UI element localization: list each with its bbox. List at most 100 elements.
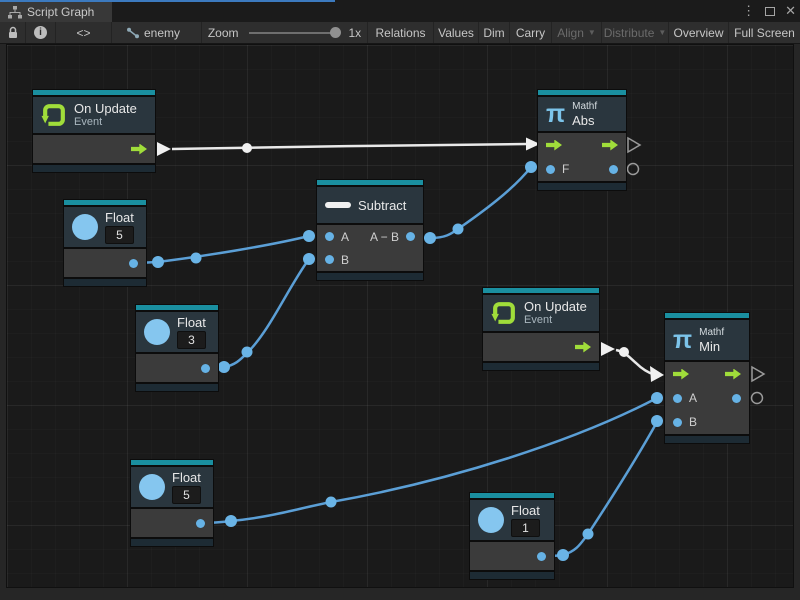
node-title: Float — [511, 503, 540, 518]
relations-label: Relations — [375, 26, 425, 40]
exec-output-port[interactable] — [131, 144, 147, 155]
input-port-a[interactable] — [673, 394, 682, 403]
overview-button[interactable]: Overview — [669, 22, 729, 43]
node-title: Abs — [572, 113, 597, 128]
value-output-port[interactable] — [537, 552, 546, 561]
graph-icon — [8, 6, 22, 19]
node-title: On Update — [524, 299, 587, 314]
subtract-icon — [325, 202, 351, 208]
port-label-a: A — [341, 230, 349, 244]
chevron-down-icon: ▼ — [658, 29, 666, 37]
zoom-label: Zoom — [208, 26, 239, 40]
node-footer — [483, 363, 599, 370]
zoom-slider[interactable] — [249, 32, 339, 34]
graph-name-label: enemy — [144, 26, 180, 40]
float-value-field[interactable]: 5 — [105, 226, 134, 244]
input-port-f[interactable] — [546, 165, 555, 174]
node-mathf-abs[interactable]: π Mathf Abs F — [538, 90, 626, 190]
exec-output-port[interactable] — [725, 369, 741, 380]
float-icon — [144, 319, 170, 345]
dim-label: Dim — [483, 26, 504, 40]
overview-label: Overview — [673, 26, 723, 40]
node-footer — [665, 436, 749, 443]
zoom-control: Zoom 1x — [202, 22, 368, 43]
maximize-icon[interactable] — [765, 7, 775, 16]
align-label: Align — [557, 26, 584, 40]
value-output-port[interactable] — [201, 364, 210, 373]
zoom-slider-knob[interactable] — [330, 27, 341, 38]
node-header: Float 1 — [470, 500, 554, 540]
graph-breadcrumb[interactable]: enemy — [112, 22, 202, 43]
node-title: Float — [177, 315, 206, 330]
carry-label: Carry — [516, 26, 545, 40]
node-mathf-min[interactable]: π Mathf Min A B — [665, 313, 749, 443]
node-accent-bar — [470, 493, 554, 498]
node-accent-bar — [136, 305, 218, 310]
exec-input-port[interactable] — [546, 140, 562, 151]
code-icon: <> — [76, 26, 90, 40]
port-label-f: F — [562, 162, 569, 176]
float-icon — [139, 474, 165, 500]
dim-button[interactable]: Dim — [479, 22, 510, 43]
exec-output-port[interactable] — [575, 342, 591, 353]
input-port-a[interactable] — [325, 232, 334, 241]
output-port[interactable] — [609, 165, 618, 174]
node-accent-bar — [33, 90, 155, 95]
float-icon — [72, 214, 98, 240]
lock-icon — [7, 26, 19, 39]
zoom-value: 1x — [349, 26, 362, 40]
distribute-label: Distribute — [604, 26, 655, 40]
carry-button[interactable]: Carry — [510, 22, 552, 43]
node-category: Mathf — [572, 101, 597, 113]
float-value-field[interactable]: 3 — [177, 331, 206, 349]
node-accent-bar — [131, 460, 213, 465]
node-title: On Update — [74, 101, 137, 116]
distribute-dropdown[interactable]: Distribute ▼ — [602, 22, 669, 43]
edit-source-button[interactable]: <> — [56, 22, 112, 43]
node-title: Float — [172, 470, 201, 485]
loop-event-icon — [491, 300, 517, 326]
tab-script-graph[interactable]: Script Graph — [0, 2, 112, 22]
chevron-down-icon: ▼ — [588, 29, 596, 37]
node-float-1[interactable]: Float 1 — [470, 493, 554, 579]
tab-bar: Script Graph ⋮ ✕ — [0, 0, 800, 22]
node-title: Min — [699, 339, 724, 354]
output-port[interactable] — [732, 394, 741, 403]
node-header: Float 5 — [64, 207, 146, 247]
align-dropdown[interactable]: Align ▼ — [552, 22, 602, 43]
value-output-port[interactable] — [196, 519, 205, 528]
float-icon — [478, 507, 504, 533]
float-value-field[interactable]: 1 — [511, 519, 540, 537]
node-on-update-1[interactable]: On Update Event — [33, 90, 155, 172]
pi-icon: π — [673, 327, 692, 353]
close-icon[interactable]: ✕ — [785, 3, 796, 19]
node-float-3[interactable]: Float 3 — [136, 305, 218, 391]
input-port-b[interactable] — [673, 418, 682, 427]
node-footer — [131, 539, 213, 546]
port-label-b: B — [341, 253, 349, 267]
node-accent-bar — [317, 180, 423, 185]
node-float-5b[interactable]: Float 5 — [131, 460, 213, 546]
inspect-button[interactable]: i — [26, 22, 56, 43]
exec-input-port[interactable] — [673, 369, 689, 380]
graph-pointer-icon — [126, 27, 140, 39]
node-subtract[interactable]: Subtract A A − B B — [317, 180, 423, 280]
lock-button[interactable] — [0, 22, 26, 43]
output-port[interactable] — [406, 232, 415, 241]
pi-icon: π — [546, 101, 565, 127]
exec-output-port[interactable] — [602, 140, 618, 151]
node-on-update-2[interactable]: On Update Event — [483, 288, 599, 370]
values-label: Values — [438, 26, 474, 40]
float-value-field[interactable]: 5 — [172, 486, 201, 504]
node-footer — [317, 273, 423, 280]
node-category: Mathf — [699, 327, 724, 339]
node-float-5a[interactable]: Float 5 — [64, 200, 146, 286]
node-footer — [64, 279, 146, 286]
values-button[interactable]: Values — [434, 22, 479, 43]
relations-button[interactable]: Relations — [368, 22, 434, 43]
full-screen-button[interactable]: Full Screen — [729, 22, 800, 43]
value-output-port[interactable] — [129, 259, 138, 268]
node-accent-bar — [665, 313, 749, 318]
input-port-b[interactable] — [325, 255, 334, 264]
window-menu-icon[interactable]: ⋮ — [742, 3, 755, 19]
